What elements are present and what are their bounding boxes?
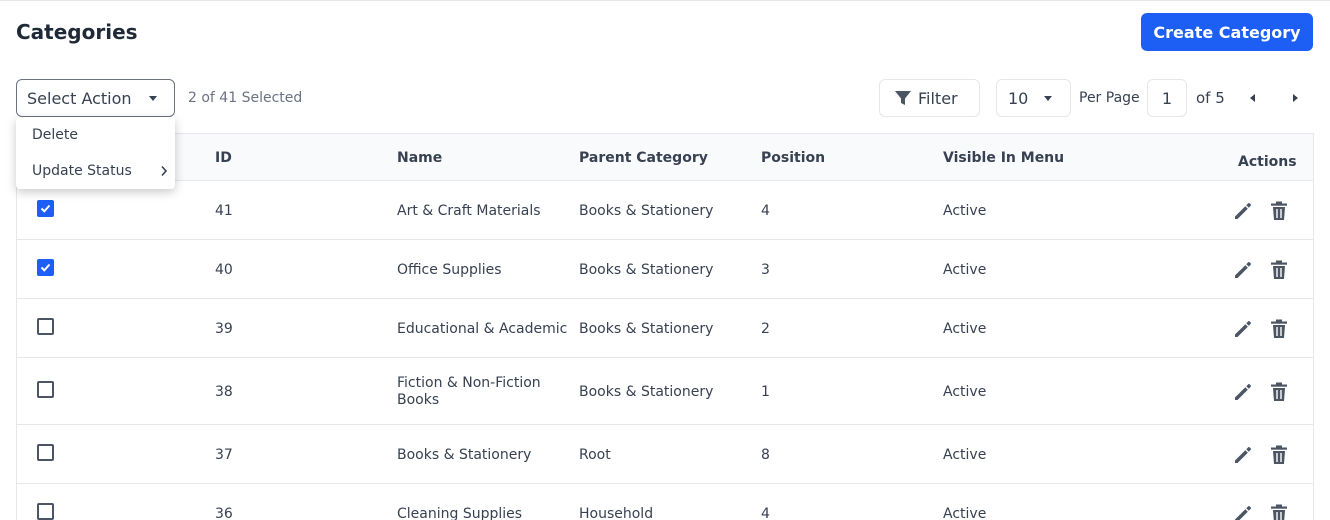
page-title: Categories bbox=[16, 20, 138, 44]
column-header-parent-category[interactable]: Parent Category bbox=[579, 150, 708, 166]
cell-parent-category: Books & Stationery bbox=[579, 203, 714, 219]
trash-icon[interactable] bbox=[1270, 382, 1288, 402]
page-number-input[interactable]: 1 bbox=[1147, 79, 1187, 117]
previous-page-button[interactable] bbox=[1245, 90, 1261, 106]
cell-name: Art & Craft Materials bbox=[397, 203, 541, 219]
cell-parent-category: Books & Stationery bbox=[579, 321, 714, 337]
table-row: 36 Cleaning Supplies Household 4 Active bbox=[17, 484, 1313, 520]
cell-name: Books & Stationery bbox=[397, 447, 532, 463]
menu-item-delete[interactable]: Delete bbox=[32, 127, 78, 143]
row-checkbox[interactable] bbox=[37, 503, 54, 520]
next-page-button[interactable] bbox=[1287, 90, 1303, 106]
cell-id: 37 bbox=[215, 447, 233, 463]
cell-position: 8 bbox=[761, 447, 770, 463]
row-checkbox[interactable] bbox=[37, 444, 54, 461]
filter-button[interactable]: Filter bbox=[879, 79, 980, 117]
row-checkbox[interactable] bbox=[37, 318, 54, 335]
trash-icon[interactable] bbox=[1270, 201, 1288, 221]
cell-visible-in-menu: Active bbox=[943, 262, 987, 278]
per-page-select[interactable]: 10 bbox=[996, 79, 1071, 117]
table-row: 40 Office Supplies Books & Stationery 3 Acti… bbox=[17, 240, 1313, 299]
page-total: of 5 bbox=[1196, 89, 1225, 107]
table-header: ID Name Parent Category Position Visible… bbox=[17, 134, 1313, 181]
table-row: 41 Art & Craft Materials Books & Stationer… bbox=[17, 181, 1313, 240]
pencil-icon[interactable] bbox=[1233, 445, 1253, 465]
trash-icon[interactable] bbox=[1270, 445, 1288, 465]
pencil-icon[interactable] bbox=[1233, 201, 1253, 221]
cell-visible-in-menu: Active bbox=[943, 321, 987, 337]
select-action-dropdown[interactable]: Select Action bbox=[16, 79, 175, 117]
cell-id: 36 bbox=[215, 506, 233, 520]
row-checkbox[interactable] bbox=[37, 381, 54, 398]
table-row: 39 Educational & Academic Books & Statione… bbox=[17, 299, 1313, 358]
table-row: 37 Books & Stationery Root 8 Active bbox=[17, 425, 1313, 484]
column-header-actions: Actions bbox=[1238, 154, 1297, 170]
chevron-right-icon bbox=[161, 165, 168, 177]
cell-id: 39 bbox=[215, 321, 233, 337]
check-icon bbox=[40, 204, 51, 213]
cell-position: 4 bbox=[761, 203, 770, 219]
trash-icon[interactable] bbox=[1270, 260, 1288, 280]
filter-icon bbox=[895, 91, 911, 105]
cell-parent-category: Books & Stationery bbox=[579, 384, 714, 400]
row-checkbox[interactable] bbox=[37, 200, 54, 217]
column-header-position[interactable]: Position bbox=[761, 150, 825, 166]
cell-id: 38 bbox=[215, 384, 233, 400]
column-header-name[interactable]: Name bbox=[397, 150, 442, 166]
column-header-visible-in-menu[interactable]: Visible In Menu bbox=[943, 150, 1064, 166]
categories-table: ID Name Parent Category Position Visible… bbox=[16, 133, 1314, 520]
column-header-id[interactable]: ID bbox=[215, 150, 232, 166]
menu-item-update-status[interactable]: Update Status bbox=[32, 163, 132, 179]
cell-visible-in-menu: Active bbox=[943, 203, 987, 219]
row-checkbox[interactable] bbox=[37, 259, 54, 276]
top-border bbox=[0, 0, 1330, 1]
trash-icon[interactable] bbox=[1270, 319, 1288, 339]
cell-position: 3 bbox=[761, 262, 770, 278]
filter-label: Filter bbox=[918, 88, 958, 108]
cell-name: Fiction & Non-Fiction Books bbox=[397, 375, 541, 408]
cell-name: Office Supplies bbox=[397, 262, 502, 278]
cell-parent-category: Household bbox=[579, 506, 654, 520]
cell-id: 41 bbox=[215, 203, 233, 219]
cell-visible-in-menu: Active bbox=[943, 447, 987, 463]
per-page-value: 10 bbox=[1008, 88, 1029, 108]
triangle-left-icon bbox=[1250, 94, 1255, 102]
cell-parent-category: Root bbox=[579, 447, 611, 463]
caret-down-icon bbox=[149, 96, 157, 101]
cell-parent-category: Books & Stationery bbox=[579, 262, 714, 278]
caret-down-icon bbox=[1044, 96, 1052, 101]
check-icon bbox=[40, 263, 51, 272]
pencil-icon[interactable] bbox=[1233, 260, 1253, 280]
select-action-label: Select Action bbox=[27, 88, 132, 108]
cell-position: 1 bbox=[761, 384, 770, 400]
action-menu: Delete Update Status bbox=[16, 117, 175, 189]
trash-icon[interactable] bbox=[1270, 504, 1288, 520]
pencil-icon[interactable] bbox=[1233, 382, 1253, 402]
table-row: 38 Fiction & Non-Fiction Books Books & Sta… bbox=[17, 358, 1313, 425]
cell-id: 40 bbox=[215, 262, 233, 278]
per-page-label: Per Page bbox=[1079, 90, 1140, 106]
create-category-button[interactable]: Create Category bbox=[1141, 13, 1313, 51]
selected-count: 2 of 41 Selected bbox=[188, 90, 303, 106]
cell-position: 2 bbox=[761, 321, 770, 337]
cell-visible-in-menu: Active bbox=[943, 384, 987, 400]
triangle-right-icon bbox=[1293, 94, 1298, 102]
cell-position: 4 bbox=[761, 506, 770, 520]
cell-name: Educational & Academic bbox=[397, 321, 568, 337]
cell-visible-in-menu: Active bbox=[943, 506, 987, 520]
pencil-icon[interactable] bbox=[1233, 504, 1253, 520]
pencil-icon[interactable] bbox=[1233, 319, 1253, 339]
cell-name: Cleaning Supplies bbox=[397, 506, 523, 520]
